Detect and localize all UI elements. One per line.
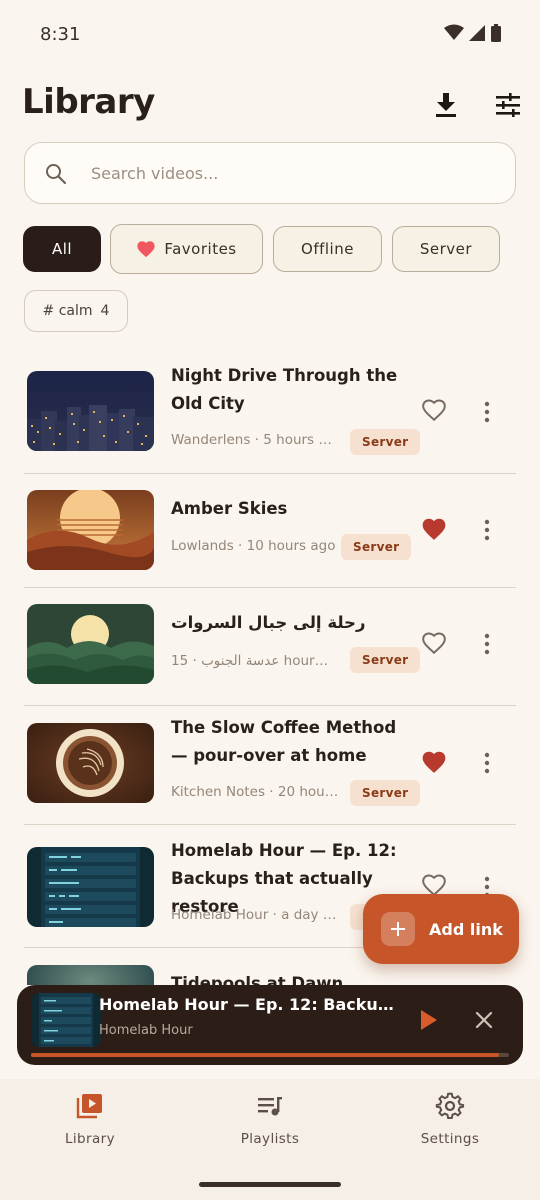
heart-filled-icon: [422, 518, 446, 540]
more-vert-icon: [484, 633, 490, 655]
video-row[interactable]: Amber Skies Lowlands · 10 hours ago Serv…: [0, 474, 540, 592]
video-meta: Homelab Hour · a day a...: [171, 907, 339, 923]
video-title: رحلة إلى جبال السروات: [171, 613, 366, 632]
search-input[interactable]: [91, 157, 491, 189]
filter-chip-offline[interactable]: Offline: [273, 226, 382, 272]
player-channel: Homelab Hour: [99, 1023, 193, 1038]
signal-icon: [469, 25, 485, 41]
nav-item-playlists[interactable]: Playlists: [180, 1091, 360, 1161]
search-icon: [46, 164, 67, 185]
filter-settings-button[interactable]: [488, 85, 528, 125]
nav-item-library[interactable]: Library: [0, 1091, 180, 1161]
player-title: Homelab Hour — Ep. 12: Backups th...: [99, 995, 399, 1014]
gear-icon: [435, 1092, 465, 1119]
video-thumbnail: [27, 604, 154, 684]
download-icon: [436, 93, 456, 117]
source-badge: Server: [350, 780, 421, 806]
tag-count: 4: [100, 303, 110, 319]
home-indicator: [199, 1182, 341, 1187]
more-options-button[interactable]: [478, 632, 496, 656]
heart-filled-icon: [137, 241, 155, 258]
video-row[interactable]: Night Drive Through the Old City Wanderl…: [0, 356, 540, 474]
nav-label: Library: [64, 1131, 115, 1147]
video-title: Amber Skies: [171, 499, 288, 518]
more-vert-icon: [484, 401, 490, 423]
video-meta: Kitchen Notes · 20 hour...: [171, 784, 339, 800]
favorite-button[interactable]: [421, 517, 449, 543]
battery-icon: [491, 24, 501, 42]
video-library-icon: [76, 1094, 102, 1119]
video-thumbnail: [27, 723, 154, 803]
more-vert-icon: [484, 752, 490, 774]
video-meta: 15 · عدسة الجنوب hours ...: [171, 653, 331, 669]
video-row[interactable]: رحلة إلى جبال السروات 15 · عدسة الجنوب h…: [0, 588, 540, 706]
source-badge: Server: [350, 429, 421, 455]
close-player-button[interactable]: [471, 1007, 497, 1033]
favorite-button[interactable]: [421, 750, 449, 776]
status-icons: [444, 24, 502, 42]
favorite-button[interactable]: [421, 631, 449, 657]
tag-label: # calm: [42, 303, 93, 319]
video-thumbnail: [27, 490, 154, 570]
favorite-button[interactable]: [421, 398, 449, 424]
playlist-icon: [258, 1097, 282, 1116]
more-options-button[interactable]: [478, 751, 496, 775]
video-title: Tidepools at Dawn: [171, 974, 344, 985]
heart-outline-icon: [422, 399, 446, 422]
close-icon: [475, 1011, 493, 1029]
progress-fill: [31, 1053, 500, 1057]
plus-icon: [381, 912, 415, 946]
more-options-button[interactable]: [478, 518, 496, 542]
tune-icon: [496, 93, 520, 117]
tag-chip-calm[interactable]: # calm 4: [24, 290, 128, 332]
video-row[interactable]: The Slow Coffee Method — pour-over at ho…: [0, 706, 540, 824]
video-meta: Lowlands · 10 hours ago: [171, 538, 336, 554]
video-thumbnail: [27, 965, 154, 985]
source-badge: Server: [341, 534, 412, 560]
more-options-button[interactable]: [478, 400, 496, 424]
filter-chip-label: Offline: [301, 240, 354, 258]
add-link-button[interactable]: Add link: [363, 894, 519, 964]
nav-item-settings[interactable]: Settings: [360, 1091, 540, 1161]
filter-chip-label: All: [51, 240, 73, 258]
wifi-icon: [444, 24, 464, 40]
heart-filled-icon: [422, 751, 446, 773]
page-title: Library: [22, 82, 155, 122]
more-vert-icon: [484, 519, 490, 541]
filter-chip-server[interactable]: Server: [392, 226, 500, 272]
filter-chip-label: Favorites: [164, 240, 237, 258]
nav-label: Settings: [420, 1131, 480, 1147]
player-thumbnail: [31, 993, 101, 1047]
source-badge: Server: [350, 647, 421, 673]
play-icon: [421, 1010, 437, 1030]
filter-chip-label: Server: [419, 240, 473, 258]
search-bar[interactable]: [24, 142, 516, 204]
play-button[interactable]: [413, 1005, 443, 1035]
filter-chip-all[interactable]: All: [23, 226, 101, 272]
nav-label: Playlists: [240, 1131, 300, 1147]
download-button[interactable]: [426, 85, 466, 125]
add-link-label: Add link: [429, 919, 503, 939]
video-title: Night Drive Through the Old City: [171, 366, 398, 413]
video-thumbnail: [27, 371, 154, 451]
video-title: The Slow Coffee Method — pour-over at ho…: [171, 718, 397, 765]
mini-player[interactable]: Homelab Hour — Ep. 12: Backups th... Hom…: [17, 985, 523, 1065]
video-meta: Wanderlens · 5 hours a...: [171, 432, 339, 448]
status-bar: 8:31: [0, 0, 540, 68]
playback-progress[interactable]: [31, 1053, 509, 1057]
status-time: 8:31: [40, 24, 81, 45]
heart-outline-icon: [422, 632, 446, 655]
filter-chip-favorites[interactable]: Favorites: [110, 224, 263, 274]
video-thumbnail: [27, 847, 154, 927]
